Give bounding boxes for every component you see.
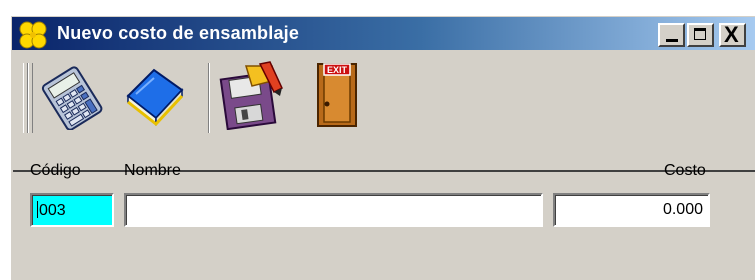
toolbar: EXIT bbox=[12, 50, 755, 172]
assembly-cost-window: Nuevo costo de ensamblaje X EXIT Código … bbox=[10, 15, 755, 280]
name-label: Nombre bbox=[124, 162, 181, 179]
minimize-icon bbox=[666, 39, 678, 42]
toolbar-grip-line bbox=[28, 63, 33, 133]
code-input[interactable]: 003 bbox=[30, 193, 114, 227]
code-label: Código bbox=[30, 162, 81, 179]
save-button[interactable] bbox=[216, 60, 286, 131]
calculator-button[interactable] bbox=[38, 60, 108, 131]
save-icon bbox=[219, 61, 283, 131]
exit-door-icon: EXIT bbox=[317, 63, 357, 127]
book-icon bbox=[126, 68, 184, 127]
close-icon: X bbox=[724, 22, 739, 47]
minimize-button[interactable] bbox=[658, 23, 685, 47]
exit-button[interactable]: EXIT bbox=[302, 60, 372, 130]
book-button[interactable] bbox=[120, 60, 190, 130]
name-input[interactable] bbox=[124, 193, 543, 227]
toolbar-separator bbox=[208, 63, 210, 133]
code-value: 003 bbox=[39, 202, 66, 219]
cost-label: Costo bbox=[664, 162, 706, 179]
text-caret bbox=[37, 201, 38, 218]
maximize-button[interactable] bbox=[687, 23, 714, 47]
window-title: Nuevo costo de ensamblaje bbox=[57, 23, 300, 43]
title-bar[interactable]: Nuevo costo de ensamblaje X bbox=[12, 17, 755, 50]
clover-icon bbox=[19, 21, 47, 49]
close-button[interactable]: X bbox=[719, 22, 746, 47]
maximize-icon bbox=[694, 28, 706, 40]
exit-badge: EXIT bbox=[327, 65, 348, 75]
calculator-icon bbox=[41, 66, 103, 131]
cost-value: 0.000 bbox=[662, 201, 703, 218]
cost-input[interactable]: 0.000 bbox=[553, 193, 710, 227]
